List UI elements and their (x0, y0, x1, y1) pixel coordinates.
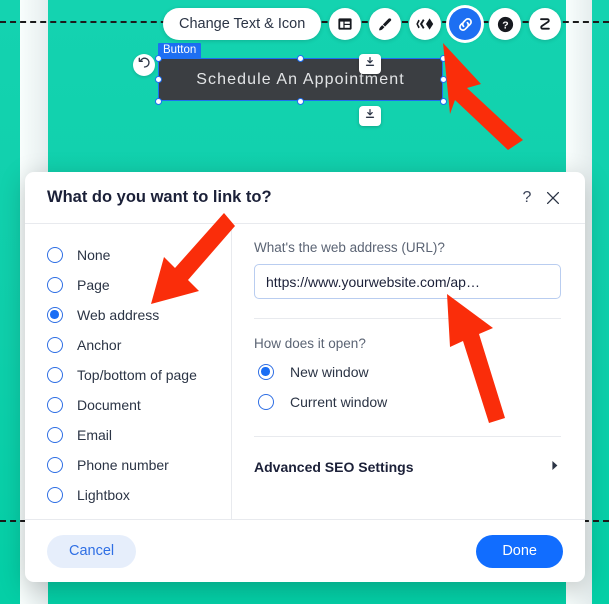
anchor-chip-bottom[interactable] (359, 106, 381, 126)
resize-handle-bottom-right[interactable] (439, 97, 447, 105)
dialog-footer: Cancel Done (25, 520, 585, 582)
radio-none[interactable] (47, 247, 63, 263)
link-details-panel: What's the web address (URL)? How does i… (232, 224, 585, 519)
radio-web-address[interactable] (47, 307, 63, 323)
open-behavior-option-label: New window (290, 364, 369, 380)
link-type-label: Page (77, 277, 110, 293)
dialog-header: What do you want to link to? ? (25, 172, 585, 223)
change-text-and-icon-label: Change Text & Icon (179, 16, 306, 32)
anchor-down-icon (364, 55, 376, 73)
link-type-option-web-address[interactable]: Web address (25, 300, 231, 330)
link-type-label: Web address (77, 307, 160, 323)
resize-handle-top-left[interactable] (154, 54, 162, 62)
anchor-down-icon (364, 107, 376, 125)
link-type-option-phone-number[interactable]: Phone number (25, 450, 231, 480)
radio-top-bottom-of-page[interactable] (47, 367, 63, 383)
site-button-element[interactable]: Schedule An Appointment (158, 58, 443, 101)
link-type-option-document[interactable]: Document (25, 390, 231, 420)
anchor-chip-top[interactable] (359, 54, 381, 74)
change-text-and-icon-button[interactable]: Change Text & Icon (163, 8, 322, 40)
link-type-label: Lightbox (77, 487, 130, 503)
help-icon: ? (496, 15, 515, 34)
resize-handle-bottom-left[interactable] (154, 97, 162, 105)
done-button[interactable]: Done (476, 534, 563, 568)
close-icon[interactable] (540, 185, 566, 211)
element-floating-toolbar: Change Text & Icon ? (163, 8, 562, 40)
resize-handle-middle-right[interactable] (439, 76, 447, 83)
link-type-option-page[interactable]: Page (25, 270, 231, 300)
url-field-label: What's the web address (URL)? (254, 240, 445, 255)
advanced-seo-settings-row[interactable]: Advanced SEO Settings (254, 454, 561, 480)
link-type-option-none[interactable]: None (25, 240, 231, 270)
toolbar-animation-button[interactable] (409, 8, 442, 40)
link-type-option-email[interactable]: Email (25, 420, 231, 450)
open-behavior-option-new-window[interactable]: New window (254, 357, 561, 387)
svg-text:?: ? (502, 19, 508, 31)
link-icon (457, 16, 474, 33)
link-type-label: Top/bottom of page (77, 367, 197, 383)
toolbar-design-button[interactable] (369, 8, 402, 40)
radio-anchor[interactable] (47, 337, 63, 353)
resize-handle-middle-left[interactable] (154, 76, 162, 83)
toolbar-layout-button[interactable] (329, 8, 362, 40)
undo-button[interactable] (133, 54, 155, 76)
radio-email[interactable] (47, 427, 63, 443)
radio-document[interactable] (47, 397, 63, 413)
paintbrush-icon (377, 16, 394, 33)
dialog-body: None Page Web address Anchor Top/bottom … (25, 223, 585, 520)
resize-handle-bottom-center[interactable] (296, 97, 304, 105)
link-type-label: Phone number (77, 457, 169, 473)
toolbar-stretch-button[interactable] (529, 8, 562, 40)
open-behavior-option-current-window[interactable]: Current window (254, 387, 561, 417)
toolbar-help-button[interactable]: ? (489, 8, 522, 40)
link-type-option-top-bottom-of-page[interactable]: Top/bottom of page (25, 360, 231, 390)
close-icon-glyph (546, 191, 560, 204)
resize-handle-top-center[interactable] (296, 54, 304, 62)
link-type-list: None Page Web address Anchor Top/bottom … (25, 224, 232, 519)
radio-phone-number[interactable] (47, 457, 63, 473)
link-type-label: None (77, 247, 111, 263)
help-icon-glyph: ? (522, 188, 532, 206)
toolbar-link-button[interactable] (449, 8, 482, 40)
radio-current-window[interactable] (258, 394, 274, 410)
link-type-label: Anchor (77, 337, 122, 353)
link-type-option-lightbox[interactable]: Lightbox (25, 480, 231, 510)
resize-handle-top-right[interactable] (439, 54, 447, 62)
divider (254, 318, 561, 319)
divider (254, 436, 561, 437)
help-icon[interactable]: ? (514, 185, 540, 211)
link-type-option-anchor[interactable]: Anchor (25, 330, 231, 360)
animation-icon (416, 17, 434, 31)
advanced-seo-settings-label: Advanced SEO Settings (254, 459, 414, 475)
undo-icon (138, 56, 151, 74)
cancel-button[interactable]: Cancel (47, 534, 137, 568)
open-behavior-option-label: Current window (290, 394, 388, 410)
dialog-title: What do you want to link to? (47, 188, 272, 206)
chevron-right-icon (551, 460, 561, 474)
url-input[interactable] (254, 264, 561, 299)
radio-lightbox[interactable] (47, 487, 63, 503)
layout-icon (337, 16, 353, 32)
element-type-tag: Button (158, 43, 202, 58)
link-type-label: Email (77, 427, 113, 443)
radio-page[interactable] (47, 277, 63, 293)
link-type-label: Document (77, 397, 141, 413)
link-settings-dialog: What do you want to link to? ? None Page… (25, 172, 585, 582)
stretch-icon (537, 16, 553, 32)
radio-new-window[interactable] (258, 364, 274, 380)
open-behavior-label: How does it open? (254, 336, 366, 351)
